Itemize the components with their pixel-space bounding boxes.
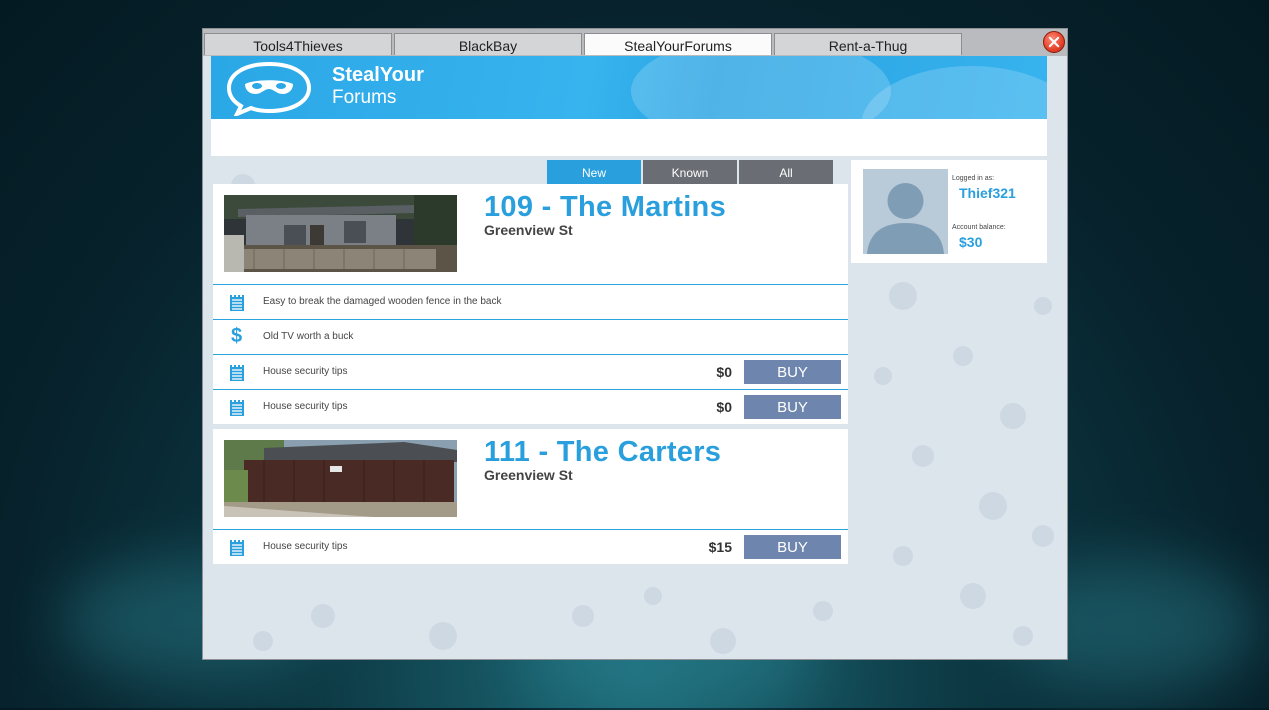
house-listing: 109 - The Martins Greenview St Easy to b… (213, 184, 848, 424)
tip-row: Easy to break the damaged wooden fence i… (213, 285, 848, 320)
site-banner: StealYour Forums (211, 56, 1047, 119)
banner-decoration (861, 66, 1047, 119)
tab-stealyourforums[interactable]: StealYourForums (584, 33, 772, 55)
buy-button[interactable]: BUY (744, 360, 841, 384)
tip-text: House security tips (263, 401, 348, 412)
house-photo[interactable] (224, 195, 457, 272)
profile-card: Logged in as: Thief321 Account balance: … (851, 160, 1047, 263)
house-street: Greenview St (484, 467, 573, 483)
tip-row: House security tips $0 BUY (213, 390, 848, 424)
banner-decoration (631, 56, 891, 119)
buy-button[interactable]: BUY (744, 535, 841, 559)
banner-subbar (211, 119, 1047, 156)
logged-in-label: Logged in as: (952, 175, 995, 182)
notepad-icon (230, 293, 244, 311)
notepad-icon (230, 538, 244, 556)
account-balance: $30 (959, 234, 983, 250)
tip-price: $0 (716, 399, 732, 415)
tip-text: House security tips (263, 541, 348, 552)
balance-label: Account balance: (952, 224, 1006, 231)
dollar-icon: $ (231, 325, 243, 347)
browser-window: Tools4Thieves BlackBay StealYourForums R… (202, 28, 1068, 660)
house-photo[interactable] (224, 440, 457, 517)
house-title: 111 - The Carters (484, 436, 722, 468)
tip-price: $15 (708, 539, 732, 555)
avatar (863, 169, 948, 254)
masked-speech-bubble-icon (226, 61, 312, 116)
house-listing: 111 - The Carters Greenview St House sec… (213, 429, 848, 564)
buy-button[interactable]: BUY (744, 395, 841, 419)
site-content: StealYour Forums New Known All 109 - The… (203, 56, 1067, 659)
notepad-icon (230, 398, 244, 416)
filter-tab-all[interactable]: All (739, 160, 833, 184)
house-title: 109 - The Martins (484, 191, 726, 223)
tip-row: $ Old TV worth a buck (213, 320, 848, 355)
tab-blackbay[interactable]: BlackBay (394, 33, 582, 55)
house-header: 111 - The Carters Greenview St (213, 429, 848, 530)
tip-price: $0 (716, 364, 732, 380)
house-street: Greenview St (484, 222, 573, 238)
tip-text: House security tips (263, 366, 348, 377)
tip-row: House security tips $15 BUY (213, 530, 848, 564)
username: Thief321 (959, 185, 1016, 201)
tip-text: Easy to break the damaged wooden fence i… (263, 296, 502, 307)
filter-tab-new[interactable]: New (547, 160, 641, 184)
tab-rent-a-thug[interactable]: Rent-a-Thug (774, 33, 962, 55)
filter-tab-known[interactable]: Known (643, 160, 737, 184)
close-icon[interactable] (1043, 31, 1065, 53)
brand-name-line2: Forums (332, 87, 397, 108)
tab-tools4thieves[interactable]: Tools4Thieves (204, 33, 392, 55)
notepad-icon (230, 363, 244, 381)
tip-row: House security tips $0 BUY (213, 355, 848, 390)
house-header: 109 - The Martins Greenview St (213, 184, 848, 285)
brand-name-line1: StealYour (332, 64, 424, 86)
tip-text: Old TV worth a buck (263, 331, 354, 342)
